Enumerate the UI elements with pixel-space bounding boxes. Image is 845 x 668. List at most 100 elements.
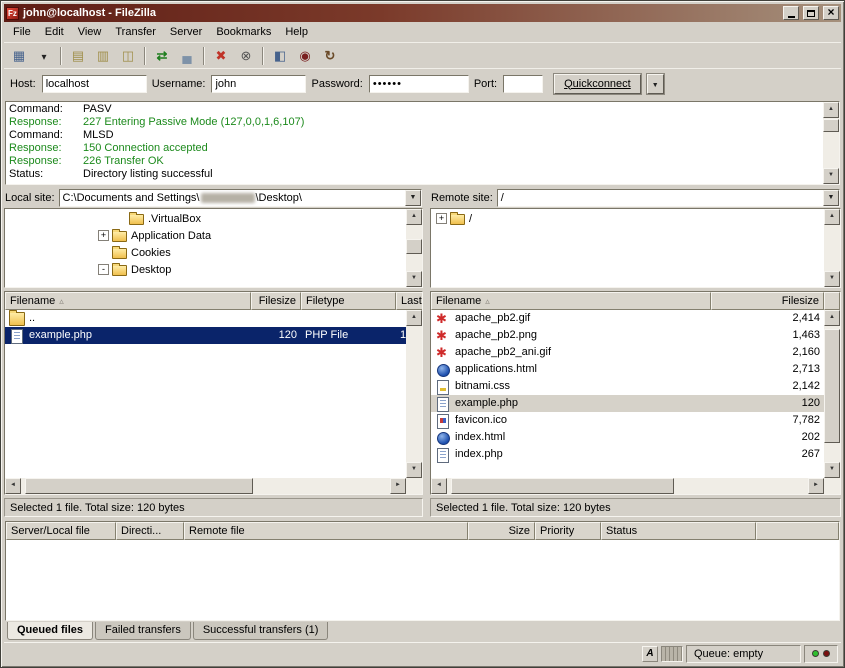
- local-list-scrollbar[interactable]: ▲▼: [406, 310, 422, 478]
- file-row-bitnami-css[interactable]: bitnami.css2,142: [431, 378, 824, 395]
- scroll-left-button[interactable]: ◄: [5, 478, 21, 494]
- local-hscrollbar[interactable]: ◄►: [5, 478, 422, 494]
- local-site-combobox[interactable]: C:\Documents and Settings\\Desktop\ ▼: [59, 189, 422, 207]
- menu-item-help[interactable]: Help: [278, 24, 315, 40]
- file-row-index-php[interactable]: index.php267: [431, 446, 824, 463]
- close-button[interactable]: [823, 6, 839, 20]
- cancel-button[interactable]: [209, 45, 233, 67]
- remote-site-combobox[interactable]: / ▼: [497, 189, 840, 207]
- scroll-up-button[interactable]: ▲: [824, 209, 840, 225]
- title-bar[interactable]: john@localhost - FileZilla: [4, 4, 841, 22]
- menu-item-edit[interactable]: Edit: [38, 24, 71, 40]
- scroll-left-button[interactable]: ◄: [431, 478, 447, 494]
- scroll-track[interactable]: [824, 225, 840, 271]
- scroll-thumb[interactable]: [406, 239, 422, 255]
- scroll-right-button[interactable]: ►: [390, 478, 406, 494]
- pane-splitter[interactable]: [423, 187, 430, 288]
- remote-hscrollbar[interactable]: ◄►: [431, 478, 840, 494]
- username-input[interactable]: [211, 75, 306, 93]
- tree-item-application-data[interactable]: +Application Data: [6, 227, 404, 244]
- scroll-down-button[interactable]: ▼: [406, 271, 422, 287]
- scroll-up-button[interactable]: ▲: [406, 310, 422, 326]
- host-input[interactable]: [42, 75, 147, 93]
- column-header-server-local-file[interactable]: Server/Local file: [6, 522, 116, 540]
- file-row-item[interactable]: ..: [5, 310, 406, 327]
- menu-item-transfer[interactable]: Transfer: [108, 24, 163, 40]
- transfer-type-icon[interactable]: [642, 646, 658, 662]
- scroll-down-button[interactable]: ▼: [824, 462, 840, 478]
- disconnect-button[interactable]: [234, 45, 258, 67]
- file-row-index-html[interactable]: index.html202: [431, 429, 824, 446]
- scroll-track[interactable]: [406, 225, 422, 271]
- column-header-directi[interactable]: Directi...: [116, 522, 184, 540]
- file-row-favicon-ico[interactable]: favicon.ico7,782: [431, 412, 824, 429]
- quickconnect-button[interactable]: Quickconnect: [554, 74, 641, 94]
- tab-failed-transfers[interactable]: Failed transfers: [95, 622, 191, 640]
- tab-queued-files[interactable]: Queued files: [7, 622, 93, 640]
- scroll-right-button[interactable]: ►: [808, 478, 824, 494]
- maximize-button[interactable]: [803, 6, 819, 20]
- synchronized-browsing-button[interactable]: [318, 45, 342, 67]
- scroll-up-button[interactable]: ▲: [406, 209, 422, 225]
- tree-item-desktop[interactable]: -Desktop: [6, 261, 404, 278]
- scroll-up-button[interactable]: ▲: [823, 102, 839, 118]
- file-row-apache-pb2-png[interactable]: apache_pb2.png1,463: [431, 327, 824, 344]
- scroll-thumb[interactable]: [25, 478, 254, 494]
- file-row-apache-pb2-gif[interactable]: apache_pb2.gif2,414: [431, 310, 824, 327]
- file-row-apache-pb2-ani-gif[interactable]: apache_pb2_ani.gif2,160: [431, 344, 824, 361]
- tree-item-item[interactable]: +/: [432, 210, 822, 227]
- scroll-thumb[interactable]: [451, 478, 675, 494]
- tree-expander-plus-icon[interactable]: +: [436, 213, 447, 224]
- quickconnect-dropdown-button[interactable]: ▼: [647, 74, 664, 94]
- pane-splitter[interactable]: [423, 291, 430, 517]
- site-manager-button[interactable]: [7, 45, 31, 67]
- toggle-remote-tree-button[interactable]: [116, 45, 140, 67]
- column-header-filename[interactable]: Filename▵: [431, 292, 711, 310]
- column-header-remote-file[interactable]: Remote file: [184, 522, 468, 540]
- menu-item-server[interactable]: Server: [163, 24, 209, 40]
- refresh-button[interactable]: [150, 45, 174, 67]
- scroll-track[interactable]: [823, 118, 839, 168]
- log-scrollbar[interactable]: ▲▼: [823, 102, 839, 184]
- minimize-button[interactable]: [783, 6, 799, 20]
- remote-site-dropdown-button[interactable]: ▼: [823, 190, 839, 206]
- password-input[interactable]: [369, 75, 469, 93]
- scroll-down-button[interactable]: ▼: [406, 462, 422, 478]
- menu-item-view[interactable]: View: [71, 24, 109, 40]
- file-row-example-php[interactable]: example.php120: [431, 395, 824, 412]
- column-header-filesize[interactable]: Filesize: [251, 292, 301, 310]
- toggle-message-log-button[interactable]: [66, 45, 90, 67]
- column-header-size[interactable]: Size: [468, 522, 535, 540]
- column-header-priority[interactable]: Priority: [535, 522, 601, 540]
- scroll-thumb[interactable]: [823, 119, 839, 132]
- remote-tree-scrollbar[interactable]: ▲▼: [824, 209, 840, 287]
- scroll-track[interactable]: [406, 326, 422, 462]
- scroll-down-button[interactable]: ▼: [824, 271, 840, 287]
- scroll-down-button[interactable]: ▼: [823, 168, 839, 184]
- tree-item-cookies[interactable]: Cookies: [6, 244, 404, 261]
- tree-expander-minus-icon[interactable]: -: [98, 264, 109, 275]
- column-header-filesize[interactable]: Filesize: [711, 292, 824, 310]
- tree-item-virtualbox[interactable]: .VirtualBox: [6, 210, 404, 227]
- port-input[interactable]: [503, 75, 543, 93]
- file-row-applications-html[interactable]: applications.html2,713: [431, 361, 824, 378]
- local-site-dropdown-button[interactable]: ▼: [405, 190, 421, 206]
- local-tree-scrollbar[interactable]: ▲▼: [406, 209, 422, 287]
- column-header-filename[interactable]: Filename▵: [5, 292, 251, 310]
- scroll-up-button[interactable]: ▲: [824, 310, 840, 326]
- toggle-queue-button[interactable]: [175, 45, 199, 67]
- tab-successful-transfers-1[interactable]: Successful transfers (1): [193, 622, 329, 640]
- find-button[interactable]: [293, 45, 317, 67]
- scroll-thumb[interactable]: [824, 329, 840, 443]
- remote-list-scrollbar[interactable]: ▲▼: [824, 310, 840, 478]
- scroll-track[interactable]: [447, 478, 808, 494]
- scroll-track[interactable]: [21, 478, 390, 494]
- file-row-example-php[interactable]: example.php120PHP File1: [5, 327, 406, 344]
- menu-item-file[interactable]: File: [6, 24, 38, 40]
- directory-comparison-button[interactable]: [268, 45, 292, 67]
- column-header-status[interactable]: Status: [601, 522, 756, 540]
- site-manager-dropdown-button[interactable]: [32, 45, 56, 67]
- column-header-last-modified[interactable]: Last modified: [396, 292, 422, 310]
- column-header-filetype[interactable]: Filetype: [301, 292, 396, 310]
- menu-item-bookmarks[interactable]: Bookmarks: [209, 24, 278, 40]
